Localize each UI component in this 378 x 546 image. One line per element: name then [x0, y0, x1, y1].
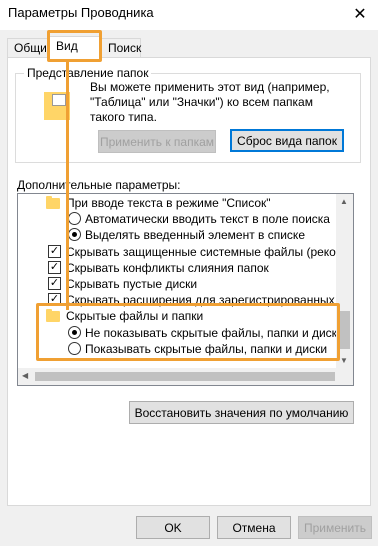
tree-item-label: Автоматически вводить текст в поле поиск…	[85, 212, 330, 226]
radio-button[interactable]	[68, 342, 81, 355]
restore-defaults-button[interactable]: Восстановить значения по умолчанию	[129, 401, 354, 424]
tree-item-label: Скрывать конфликты слияния папок	[66, 261, 269, 275]
horizontal-scroll-thumb[interactable]	[35, 372, 335, 381]
vertical-scroll-thumb[interactable]	[339, 311, 350, 349]
tree-item-label: Выделять введенный элемент в списке	[85, 228, 305, 242]
window-title: Параметры Проводника	[8, 5, 154, 20]
tree-item-label: При вводе текста в режиме "Список"	[66, 196, 271, 210]
tab-view[interactable]: Вид	[49, 36, 101, 59]
folder-view-icon	[44, 92, 70, 120]
radio-button[interactable]	[68, 212, 81, 225]
ok-button[interactable]: OK	[136, 516, 210, 539]
scroll-down-icon[interactable]: ▼	[340, 356, 348, 365]
apply-to-folders-button[interactable]: Применить к папкам	[98, 130, 216, 153]
folder-icon	[46, 309, 60, 322]
title-bar: Параметры Проводника ✕	[0, 0, 378, 30]
reset-folders-button[interactable]: Сброс вида папок	[230, 129, 344, 152]
radio-button[interactable]	[68, 228, 81, 241]
tree-item-label: Показывать скрытые файлы, папки и диски	[85, 342, 328, 356]
horizontal-scrollbar[interactable]: ◀ ▶	[18, 368, 353, 385]
tab-search[interactable]: Поиск	[101, 38, 141, 58]
checkbox[interactable]: ✓	[48, 261, 61, 274]
folder-view-description: Вы можете применить этот вид (например, …	[90, 80, 330, 124]
folder-view-group: Представление папок Вы можете применить …	[15, 66, 361, 163]
scroll-up-icon[interactable]: ▲	[340, 197, 348, 206]
cancel-button[interactable]: Отмена	[217, 516, 291, 539]
checkbox[interactable]: ✓	[48, 277, 61, 290]
tree-item-label: Скрытые файлы и папки	[66, 309, 204, 323]
tree-item-label: Скрывать пустые диски	[66, 277, 198, 291]
checkbox[interactable]: ✓	[48, 293, 61, 306]
radio-button[interactable]	[68, 326, 81, 339]
tree-item-label: Скрывать расширения для зарегистрированн…	[66, 293, 354, 307]
close-icon[interactable]: ✕	[348, 3, 372, 25]
scroll-left-icon[interactable]: ◀	[22, 371, 28, 380]
checkbox[interactable]: ✓	[48, 245, 61, 258]
scroll-corner	[336, 368, 353, 385]
folder-icon	[46, 196, 60, 209]
tree-item-label: Скрывать защищенные системные файлы (рек…	[66, 245, 354, 259]
apply-button[interactable]: Применить	[298, 516, 372, 539]
tab-general[interactable]: Общие	[7, 38, 53, 58]
advanced-settings-tree[interactable]: При вводе текста в режиме "Список" Автом…	[17, 193, 354, 386]
folder-view-title: Представление папок	[24, 66, 152, 80]
tree-item-label: Не показывать скрытые файлы, папки и дис…	[85, 326, 344, 340]
advanced-settings-label: Дополнительные параметры:	[17, 178, 181, 192]
vertical-scrollbar[interactable]: ▲ ▼	[336, 194, 353, 368]
